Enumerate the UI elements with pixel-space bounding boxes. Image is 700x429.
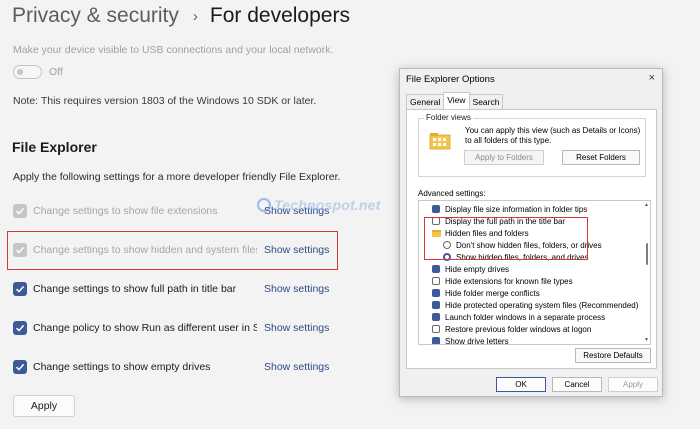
annotation-highlight <box>7 231 338 270</box>
checkbox[interactable] <box>13 282 27 296</box>
usb-description: Make your device visible to USB connecti… <box>13 44 334 56</box>
checkbox[interactable] <box>432 301 440 309</box>
folder-view-icon <box>429 133 451 150</box>
checkbox[interactable] <box>13 360 27 374</box>
row-label: Change settings to show full path in tit… <box>33 283 237 295</box>
tab-view[interactable]: View <box>443 92 470 109</box>
dialog-apply-button[interactable]: Apply <box>608 377 658 392</box>
toggle-knob <box>17 69 23 75</box>
folder-views-legend: Folder views <box>424 113 473 122</box>
folder-views-group: Folder views You can apply this view (su… <box>418 113 646 177</box>
annotation-highlight <box>424 217 588 260</box>
tab-search[interactable]: Search <box>468 94 504 109</box>
show-settings-link[interactable]: Show settings <box>264 283 329 295</box>
checkbox[interactable] <box>432 313 440 321</box>
list-item[interactable]: Display file size information in folder … <box>432 203 587 215</box>
setting-row-run-as: Change policy to show Run as different u… <box>13 319 333 337</box>
list-item[interactable]: Hide extensions for known file types <box>432 275 573 287</box>
checkbox[interactable] <box>432 337 440 344</box>
folder-views-text: You can apply this view (such as Details… <box>465 126 641 145</box>
scroll-down-icon[interactable]: ▼ <box>644 337 649 343</box>
watermark: Technospot.net <box>257 197 381 213</box>
check-icon <box>15 363 25 371</box>
list-item[interactable]: Launch folder windows in a separate proc… <box>432 311 605 323</box>
setting-row-full-path: Change settings to show full path in tit… <box>13 280 333 298</box>
restore-defaults-button[interactable]: Restore Defaults <box>575 348 651 363</box>
toggle-state-label: Off <box>49 66 63 78</box>
chevron-right-icon: › <box>192 7 198 25</box>
watermark-logo-icon <box>257 198 271 212</box>
dialog-title: File Explorer Options <box>406 74 495 85</box>
file-explorer-options-dialog: File Explorer Options × General View Sea… <box>399 68 663 397</box>
checkbox[interactable] <box>432 205 440 213</box>
setting-row-empty-drives: Change settings to show empty drives Sho… <box>13 358 333 376</box>
scroll-up-icon[interactable]: ▲ <box>644 202 649 208</box>
check-icon <box>15 207 25 215</box>
checkbox[interactable] <box>13 204 27 218</box>
dialog-tabs: General View Search <box>406 92 504 109</box>
section-title: File Explorer <box>12 139 97 155</box>
breadcrumb: Privacy & security › For developers <box>12 4 350 28</box>
cancel-button[interactable]: Cancel <box>552 377 602 392</box>
advanced-settings-label: Advanced settings: <box>418 189 486 198</box>
list-item[interactable]: Show drive letters <box>432 335 509 344</box>
apply-to-folders-button[interactable]: Apply to Folders <box>464 150 544 165</box>
checkbox[interactable] <box>13 321 27 335</box>
apply-button[interactable]: Apply <box>13 395 75 417</box>
list-item[interactable]: Hide folder merge conflicts <box>432 287 540 299</box>
list-item[interactable]: Hide protected operating system files (R… <box>432 299 638 311</box>
check-icon <box>15 324 25 332</box>
check-icon <box>15 285 25 293</box>
page-title: For developers <box>209 4 350 27</box>
row-label: Change settings to show file extensions <box>33 205 218 217</box>
scrollbar-thumb[interactable] <box>646 243 648 265</box>
checkbox[interactable] <box>432 265 440 273</box>
ok-button[interactable]: OK <box>496 377 546 392</box>
show-settings-link[interactable]: Show settings <box>264 361 329 373</box>
tab-general[interactable]: General <box>406 94 445 109</box>
close-icon[interactable]: × <box>649 72 655 84</box>
list-item[interactable]: Restore previous folder windows at logon <box>432 323 591 335</box>
row-label: Change policy to show Run as different u… <box>33 322 257 334</box>
breadcrumb-parent[interactable]: Privacy & security <box>12 4 179 28</box>
checkbox[interactable] <box>432 277 440 285</box>
checkbox[interactable] <box>432 289 440 297</box>
watermark-text: Technospot.net <box>274 197 381 213</box>
checkbox[interactable] <box>432 325 440 333</box>
section-description: Apply the following settings for a more … <box>13 171 341 183</box>
show-settings-link[interactable]: Show settings <box>264 322 329 334</box>
sdk-note: Note: This requires version 1803 of the … <box>13 95 317 107</box>
usb-toggle[interactable] <box>13 65 42 79</box>
row-label: Change settings to show empty drives <box>33 361 211 373</box>
list-item[interactable]: Hide empty drives <box>432 263 509 275</box>
reset-folders-button[interactable]: Reset Folders <box>562 150 640 165</box>
